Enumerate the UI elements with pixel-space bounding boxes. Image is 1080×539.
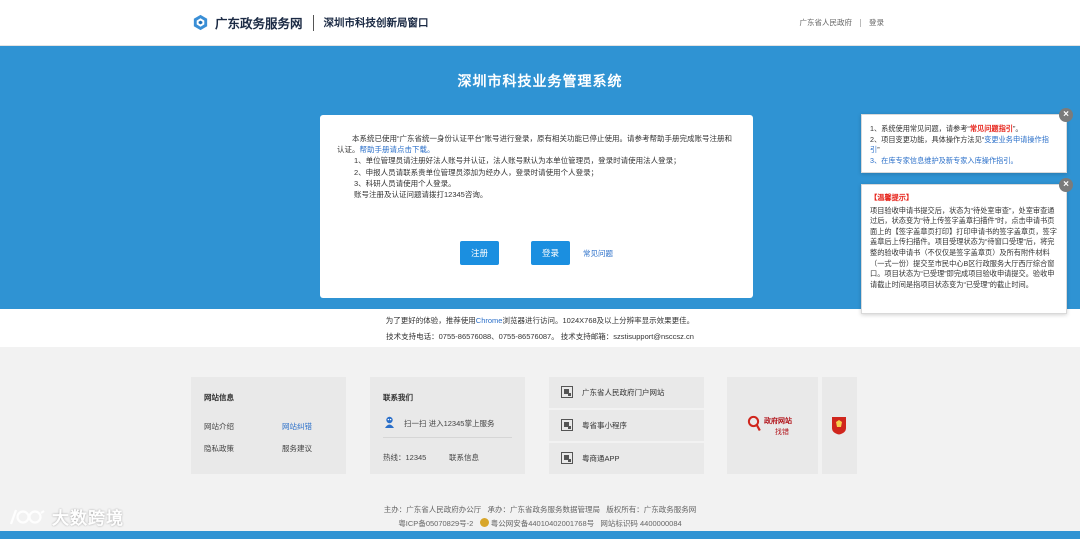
browser-hint-post: 浏览器进行访问。1024X768及以上分辨率显示效果更佳。	[502, 316, 695, 325]
bottom-strip	[0, 531, 1080, 539]
qr-code-icon	[561, 419, 573, 431]
site-id-text: 网站标识码 4400000084	[600, 519, 682, 528]
notice-intro: 本系统已使用“广东省统一身份认证平台”账号进行登录，原有相关功能已停止使用。请参…	[337, 133, 739, 155]
qr-link-label: 粤商通APP	[582, 454, 620, 463]
qr-link-yueshangtong[interactable]: 粤商通APP	[549, 443, 704, 474]
notice-item: 2、申报人员请联系贵单位管理员添加为经办人，登录时请使用个人登录；	[354, 167, 599, 177]
tip-line-2: 2、项目变更功能，具体操作方法见“变更业务申请操作指引”	[870, 135, 1058, 156]
watermark-logo-icon	[9, 509, 45, 524]
privacy-link[interactable]: 隐私政策	[204, 443, 234, 454]
site-info-heading: 网站信息	[204, 393, 234, 402]
tip-text: ”。	[1012, 124, 1023, 133]
tip-text: 1、系统使用常见问题，请参考“	[870, 124, 970, 133]
support-info: 技术支持电话：0755-86576088、0755-86576087。 技术支持…	[386, 332, 694, 341]
login-button[interactable]: 登录	[531, 241, 570, 265]
contact-heading: 联系我们	[383, 393, 413, 402]
notice-contact: 账号注册及认证问题请拨打12345咨询。	[354, 190, 488, 200]
footer-credits: 主办：广东省人民政府办公厅 承办：广东省政务服务数据管理局 版权所有：广东政务服…	[0, 504, 1080, 515]
gov-badge-top-text: 政府网站	[764, 418, 792, 425]
gov-site-badge-panel[interactable]: 政府网站 找错	[727, 377, 818, 474]
footer-registrations: 粤ICP备05070829号-2 粤公网安备44010402001768号 网站…	[0, 518, 1080, 529]
guangdong-logo-icon	[193, 14, 208, 31]
icp-link[interactable]: 粤ICP备05070829号-2	[398, 519, 473, 528]
watermark: 大数跨境	[8, 504, 124, 529]
tips-body: 项目验收申请书提交后，状态为“待处室审查”，处室审查通过后，状态变为“待上传签字…	[870, 205, 1057, 289]
tips-popup-1: 1、系统使用常见问题，请参考“常见问题指引”。 2、项目变更功能，具体操作方法见…	[861, 114, 1067, 173]
site-intro-link[interactable]: 网站介绍	[204, 421, 234, 432]
qr-link-gov-portal[interactable]: 广东省人民政府门户网站	[549, 377, 704, 408]
sponsor-text: 主办：广东省人民政府办公厅	[383, 505, 482, 514]
qr-link-label: 广东省人民政府门户网站	[582, 388, 665, 397]
party-org-badge-panel[interactable]	[822, 377, 857, 474]
browser-hint: 为了更好的体验，推荐使用Chrome浏览器进行访问。1024X768及以上分辨率…	[0, 315, 1080, 326]
site-info-panel: 网站信息 网站介绍 网站纠错 隐私政策 服务建议	[191, 377, 346, 474]
tip-text: 2、项目变更功能，具体操作方法见“	[870, 134, 985, 144]
top-links: 广东省人民政府 登录	[800, 17, 885, 28]
contact-panel: 联系我们 扫一扫 进入12345掌上服务 热线：12345 联系信息	[370, 377, 525, 474]
close-icon[interactable]: ×	[1059, 178, 1073, 192]
gov-badge-bottom-text: 找错	[775, 429, 789, 436]
hotline-text: 热线：12345	[383, 453, 427, 462]
tip-line-1: 1、系统使用常见问题，请参考“常见问题指引”。	[870, 124, 1058, 135]
qr-code-icon	[561, 386, 573, 398]
feedback-link[interactable]: 服务建议	[282, 443, 312, 454]
system-title: 深圳市科技业务管理系统	[457, 75, 623, 90]
register-button[interactable]: 注册	[460, 241, 499, 265]
watermark-text: 大数跨境	[52, 509, 124, 528]
qr-link-yueshengshi[interactable]: 粤省事小程序	[549, 410, 704, 441]
login-card: 本系统已使用“广东省统一身份认证平台”账号进行登录，原有相关功能已停止使用。请参…	[320, 115, 753, 298]
qr-code-icon	[561, 452, 573, 464]
mascot-icon	[385, 416, 394, 428]
expert-guide-link[interactable]: 3、在库专家信息维护及新专家入库操作指引。	[870, 156, 1058, 167]
party-emblem-icon	[832, 417, 846, 435]
contact-info-link[interactable]: 联系信息	[449, 452, 479, 463]
help-manual-link[interactable]: 帮助手册请点击下载。	[360, 145, 435, 154]
logo-divider	[312, 14, 314, 31]
notice-item: 3、科研人员请使用个人登录。	[354, 178, 456, 188]
chrome-link[interactable]: Chrome	[476, 316, 503, 325]
site-logo[interactable]: 广东政务服务网 深圳市科技创新局窗口	[191, 13, 429, 32]
organizer-text: 承办：广东省政务服务数据管理局	[487, 505, 601, 514]
faq-link[interactable]: 常见问题	[583, 248, 613, 259]
qr-link-label: 粤省事小程序	[582, 421, 627, 430]
scan-12345-link[interactable]: 扫一扫 进入12345掌上服务	[404, 418, 494, 429]
header-login-link[interactable]: 登录	[869, 17, 884, 28]
faq-guide-link[interactable]: 常见问题指引	[970, 124, 1013, 133]
login-notice: 本系统已使用“广东省统一身份认证平台”账号进行登录，原有相关功能已停止使用。请参…	[337, 133, 739, 200]
close-icon[interactable]: ×	[1059, 108, 1073, 122]
browser-hint-pre: 为了更好的体验，推荐使用	[385, 316, 476, 325]
contact-divider	[383, 437, 512, 438]
link-divider	[860, 18, 861, 27]
tips-heading: 【温馨提示】	[870, 193, 914, 202]
copyright-text: 版权所有：广东政务服务网	[606, 505, 697, 514]
site-name: 广东政务服务网	[215, 17, 303, 31]
tip-text: ”	[877, 145, 880, 155]
gov-portal-link[interactable]: 广东省人民政府	[800, 17, 853, 28]
police-badge-icon	[479, 518, 489, 527]
window-name: 深圳市科技创新局窗口	[323, 17, 429, 29]
site-correction-link[interactable]: 网站纠错	[282, 421, 312, 432]
notice-item: 1、单位管理员请注册好法人账号并认证，法人账号默认为本单位管理员，登录时请使用法…	[354, 156, 681, 166]
tips-popup-2: 【温馨提示】 项目验收申请书提交后，状态为“待处室审查”，处室审查通过后，状态变…	[861, 184, 1067, 314]
site-header: 广东政务服务网 深圳市科技创新局窗口 广东省人民政府 登录	[0, 0, 1080, 46]
magnifier-icon	[747, 415, 761, 432]
police-record-link[interactable]: 粤公网安备44010402001768号	[491, 519, 594, 528]
